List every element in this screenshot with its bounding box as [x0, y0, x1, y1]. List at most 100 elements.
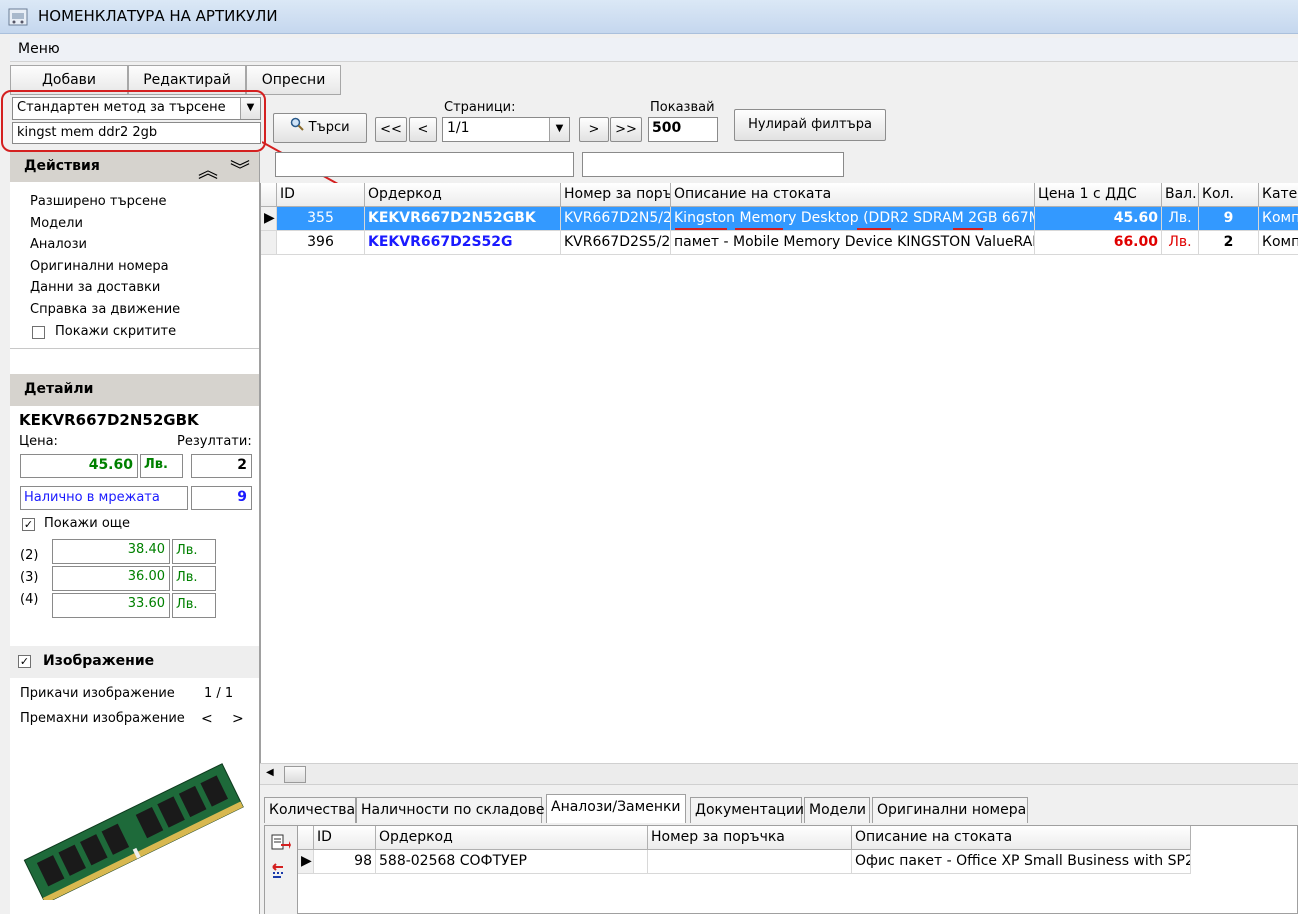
price-level-2: 38.40 [52, 539, 170, 564]
collapse-up-icon[interactable]: ︽ [198, 154, 218, 183]
action-movement-report[interactable]: Справка за движение [30, 302, 180, 317]
chevron-down-icon[interactable]: ▼ [549, 118, 569, 141]
available-label: Налично в мрежата [20, 486, 188, 510]
details-header: Детайли [10, 374, 259, 406]
cell-price: 66.00 [1035, 231, 1162, 255]
grid-row-indicator-header [261, 183, 277, 207]
page-value: 1/1 [447, 120, 470, 136]
show-more-label: Покажи още [44, 516, 131, 531]
show-hidden-label: Покажи скритите [55, 324, 177, 339]
tab-models[interactable]: Модели [804, 797, 870, 823]
price-label: Цена: [19, 434, 58, 449]
show-count-input[interactable]: 500 [648, 117, 718, 142]
image-next-button[interactable]: > [232, 711, 244, 727]
filter-input-2[interactable] [582, 152, 844, 177]
export-icon[interactable] [271, 834, 291, 856]
divider [10, 348, 259, 349]
first-page-button[interactable]: << [375, 117, 407, 142]
tab-analogs[interactable]: Аналози/Заменки [546, 794, 686, 823]
action-models[interactable]: Модели [30, 216, 83, 231]
price-idx-2: (2) [20, 548, 39, 563]
action-delivery-data[interactable]: Данни за доставки [30, 280, 160, 295]
image-title: Изображение [43, 653, 155, 669]
prev-page-button[interactable]: < [409, 117, 437, 142]
scroll-thumb[interactable] [284, 766, 306, 783]
search-button-label: Търси [308, 120, 350, 135]
menu-item-menu[interactable]: Меню [18, 41, 60, 57]
price-idx-3: (3) [20, 570, 39, 585]
last-page-button[interactable]: >> [610, 117, 642, 142]
subgrid-header-id[interactable]: ID [314, 826, 376, 850]
actions-title: Действия [24, 158, 100, 174]
product-image [23, 763, 244, 900]
subgrid-toolbar [265, 826, 298, 914]
cell-number: KVR667D2N5/2 [561, 207, 671, 231]
app-icon [8, 8, 28, 26]
subgrid-indicator-header [298, 826, 314, 850]
tab-warehouse-stock[interactable]: Наличности по складове [356, 797, 545, 823]
action-advanced-search[interactable]: Разширено търсене [30, 194, 167, 209]
price-level-4-currency: Лв. [172, 593, 216, 618]
cell-number: KVR667D2S5/2 [561, 231, 671, 255]
attach-image-link[interactable]: Прикачи изображение [20, 686, 175, 701]
subgrid-header-description[interactable]: Описание на стоката [852, 826, 1191, 850]
cell-qty: 9 [1199, 207, 1259, 231]
image-header: ✓ Изображение [10, 646, 259, 678]
filter-input-1[interactable] [275, 152, 574, 177]
row-selected-icon: ▶ [261, 207, 277, 231]
tab-original-numbers[interactable]: Оригинални номера [872, 797, 1028, 823]
price-level-4: 33.60 [52, 593, 170, 618]
details-code: KEKVR667D2N52GBK [19, 411, 199, 429]
grid-header-price[interactable]: Цена 1 с ДДС [1035, 183, 1162, 207]
cell-price: 45.60 [1035, 207, 1162, 231]
pages-label: Страници: [444, 100, 516, 115]
remove-image-link[interactable]: Премахни изображение [20, 711, 185, 726]
highlight-oval [1, 90, 266, 152]
scroll-left-icon[interactable]: ◀ [266, 767, 274, 778]
grid-header-currency[interactable]: Вал. [1162, 183, 1199, 207]
page-select[interactable]: 1/1 ▼ [442, 117, 570, 142]
reset-filter-button[interactable]: Нулирай филтъра [734, 109, 886, 141]
image-counter: 1 / 1 [204, 686, 234, 701]
results-label: Резултати: [177, 434, 252, 449]
image-prev-button[interactable]: < [201, 711, 213, 727]
row-indicator [261, 231, 277, 255]
cell-id: 396 [277, 231, 365, 255]
grid-header-ordercode[interactable]: Ордеркод [365, 183, 561, 207]
replace-icon[interactable] [271, 862, 291, 884]
actions-header: Действия ︽ ︾ [10, 152, 259, 182]
grid-header-id[interactable]: ID [277, 183, 365, 207]
price-level-2-currency: Лв. [172, 539, 216, 564]
action-analogs[interactable]: Аналози [30, 237, 87, 252]
tab-documentation[interactable]: Документации [690, 797, 804, 823]
subgrid-header-ordercode[interactable]: Ордеркод [376, 826, 648, 850]
cell-description: Офис пакет - Office XP Small Business wi… [852, 850, 1191, 874]
results-field: 2 [191, 454, 252, 478]
price-level-3: 36.00 [52, 566, 170, 591]
collapse-down-icon[interactable]: ︾ [230, 154, 250, 183]
cell-ordercode: KEKVR667D2S52G [365, 231, 561, 255]
cell-category: Комп [1259, 231, 1298, 255]
subgrid-header-number[interactable]: Номер за поръчка [648, 826, 852, 850]
search-button[interactable]: Търси [273, 113, 367, 143]
cell-number [648, 850, 852, 874]
menu-bar: Меню [10, 38, 1298, 62]
available-field: 9 [191, 486, 252, 510]
grid-header-category[interactable]: Катег [1259, 183, 1298, 207]
grid-header-qty[interactable]: Кол. [1199, 183, 1259, 207]
left-panel: Действия ︽ ︾ Разширено търсене Модели Ан… [10, 152, 259, 914]
price-idx-4: (4) [20, 592, 39, 607]
row-selected-icon: ▶ [298, 850, 314, 874]
grid-header-number[interactable]: Номер за поръ [561, 183, 671, 207]
action-original-numbers[interactable]: Оригинални номера [30, 259, 169, 274]
show-more-checkbox[interactable]: ✓ [22, 518, 35, 531]
cell-qty: 2 [1199, 231, 1259, 255]
show-hidden-checkbox[interactable] [32, 326, 45, 339]
image-checkbox[interactable]: ✓ [18, 655, 31, 668]
tab-quantities[interactable]: Количества [264, 797, 356, 823]
grid-header-description[interactable]: Описание на стоката [671, 183, 1035, 207]
window-title: НОМЕНКЛАТУРА НА АРТИКУЛИ [38, 7, 278, 25]
horizontal-scrollbar[interactable]: ◀ [260, 763, 1298, 785]
price-level-3-currency: Лв. [172, 566, 216, 591]
next-page-button[interactable]: > [579, 117, 609, 142]
